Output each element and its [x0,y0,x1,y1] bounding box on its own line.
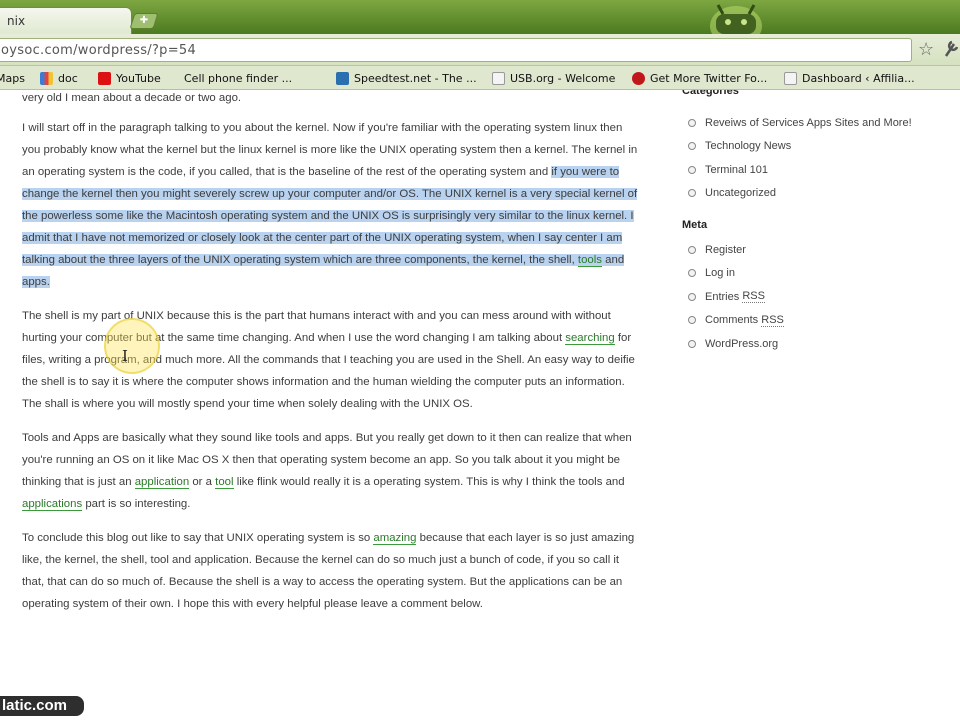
paragraph-conclusion: To conclude this blog out like to say th… [22,527,642,615]
category-label: Uncategorized [705,187,776,200]
meta-label: Comments [705,314,759,327]
text: or a [189,476,216,488]
bullet-icon [688,269,696,278]
text-cursor-icon: I [122,347,128,365]
link-applications[interactable]: applications [22,498,83,511]
paragraph-tools: Tools and Apps are basically what they s… [22,427,642,515]
link-tools[interactable]: tools [577,254,602,267]
bullet-icon [688,189,696,198]
address-bar[interactable]: oysoc.com/wordpress/?p=54 [0,38,912,62]
bookmark-maps[interactable]: Maps [0,69,25,87]
bookmark-label: Dashboard ‹ Affilia... [802,71,915,85]
category-item[interactable]: Uncategorized [682,182,952,206]
bookmark-label: Get More Twitter Fo... [650,71,768,85]
watermark: latic.com [0,696,84,716]
category-label: Terminal 101 [705,163,768,176]
meta-register-link[interactable]: Register [682,238,952,262]
youtube-icon [98,71,111,85]
link-searching[interactable]: searching [565,332,615,345]
bookmark-doc[interactable]: doc [40,69,78,87]
bookmark-twitter[interactable]: Get More Twitter Fo... [632,69,767,87]
google-docs-icon [40,71,53,85]
sidebar: Categories Reveiws of Services Apps Site… [682,90,952,356]
categories-list: Reveiws of Services Apps Sites and More!… [682,111,952,205]
page-icon [784,71,797,85]
text: very old I mean about a decade or two ag… [22,92,242,104]
link-amazing[interactable]: amazing [373,532,417,545]
meta-label: Log in [705,267,735,280]
link-tool[interactable]: tool [215,476,234,489]
cursor-highlight [104,318,160,374]
bookmark-label: doc [58,71,78,85]
plus-icon: ✚ [139,15,149,26]
page-content: very old I mean about a decade or two ag… [0,90,960,720]
text: if you were to change the kernel then yo… [22,166,638,266]
text: like flink would really it is a operatin… [233,476,625,488]
meta-heading: Meta [682,219,708,231]
bookmark-speedtest[interactable]: Speedtest.net - The ... [336,69,477,87]
android-logo-icon [710,4,762,34]
bookmark-label: Maps [0,71,25,85]
rss-abbr: RSS [742,290,765,304]
page-icon [492,71,505,85]
tab-title: nix [7,14,26,28]
text: To conclude this blog out like to say th… [22,532,374,544]
paragraph: very old I mean about a decade or two ag… [22,90,642,109]
bullet-icon [688,339,696,348]
pin-icon [632,71,645,85]
categories-heading: Categories [682,90,739,97]
meta-entries-rss-link[interactable]: Entries RSS [682,285,952,309]
bookmarks-bar: Maps doc YouTube Cell phone finder ... S… [0,66,960,90]
wrench-icon[interactable] [942,38,960,60]
meta-label: WordPress.org [705,337,779,350]
category-label: Reveiws of Services Apps Sites and More! [705,116,912,129]
bookmark-label: USB.org - Welcome [510,71,616,85]
paragraph-kernel: I will start off in the paragraph talkin… [22,117,642,293]
bullet-icon [688,245,696,254]
bookmark-usb[interactable]: USB.org - Welcome [492,69,615,87]
tab-strip: nix ✚ [0,0,960,34]
meta-label: Entries [705,290,740,303]
text: I will start off in the paragraph talkin… [22,122,638,178]
new-tab-button[interactable]: ✚ [129,13,159,29]
tab-active[interactable]: nix [0,7,132,34]
bullet-icon [688,118,696,127]
bookmark-cell-phone-finder[interactable]: Cell phone finder ... [184,69,292,87]
bullet-icon [688,292,696,301]
meta-list: Register Log in Entries RSS Comments RSS… [682,238,952,356]
meta-label: Register [705,243,746,256]
category-item[interactable]: Reveiws of Services Apps Sites and More! [682,111,952,135]
bullet-icon [688,142,696,151]
browser-toolbar: oysoc.com/wordpress/?p=54 [0,34,960,66]
category-item[interactable]: Technology News [682,135,952,159]
speedtest-icon [336,71,349,85]
text: part is so interesting. [82,498,191,510]
category-label: Technology News [705,140,792,153]
bookmark-label: Cell phone finder ... [184,71,293,85]
selected-text: if you were to change the kernel then yo… [22,166,638,288]
url-text: oysoc.com/wordpress/?p=54 [1,43,197,58]
link-application[interactable]: application [134,476,190,489]
bullet-icon [688,165,696,174]
bookmark-label: Speedtest.net - The ... [354,71,477,85]
rss-abbr: RSS [761,313,784,327]
meta-comments-rss-link[interactable]: Comments RSS [682,309,952,333]
bullet-icon [688,316,696,325]
meta-wordpress-link[interactable]: WordPress.org [682,332,952,356]
bookmark-youtube[interactable]: YouTube [98,69,161,87]
meta-login-link[interactable]: Log in [682,262,952,286]
bookmark-label: YouTube [116,71,161,85]
bookmark-dashboard[interactable]: Dashboard ‹ Affilia... [784,69,915,87]
category-item[interactable]: Terminal 101 [682,158,952,182]
bookmark-star-icon[interactable]: ☆ [918,39,934,60]
